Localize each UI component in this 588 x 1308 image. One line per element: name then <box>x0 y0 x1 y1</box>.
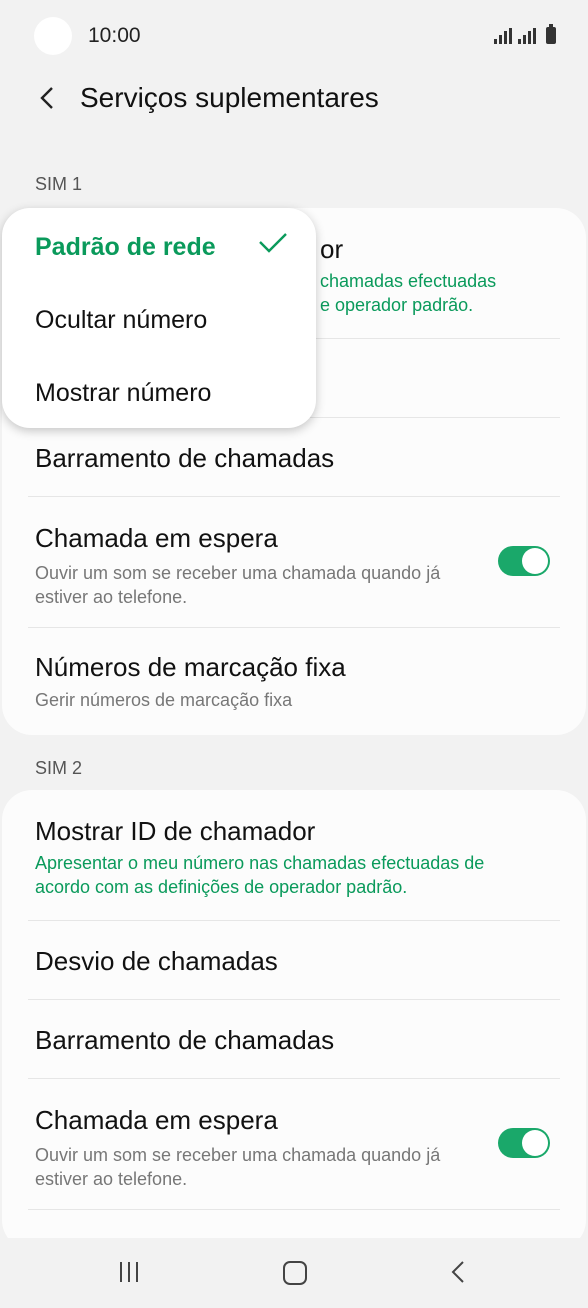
sim1-caller-id-title: or <box>320 234 344 264</box>
home-icon[interactable] <box>283 1261 307 1285</box>
sim1-call-waiting-title: Chamada em espera <box>35 523 278 553</box>
sim1-call-waiting-toggle[interactable] <box>498 546 550 576</box>
sim2-call-waiting-toggle[interactable] <box>498 1128 550 1158</box>
divider <box>28 1209 560 1210</box>
back-chevron-icon[interactable] <box>36 84 60 112</box>
sim2-caller-id-subtitle: Apresentar o meu número nas chamadas efe… <box>35 853 485 897</box>
sim2-call-barring-title: Barramento de chamadas <box>35 1025 335 1055</box>
sim2-caller-id-title: Mostrar ID de chamador <box>35 816 316 846</box>
page-title: Serviços suplementares <box>80 82 379 113</box>
sim2-call-waiting-title: Chamada em espera <box>35 1105 278 1135</box>
sim1-call-barring-title: Barramento de chamadas <box>35 443 335 473</box>
sim1-caller-id-subtitle-2: e operador padrão. <box>320 295 474 315</box>
dropdown-option-hide-number[interactable]: Ocultar número <box>35 306 207 335</box>
sim1-call-waiting-subtitle: Ouvir um som se receber uma chamada quan… <box>35 563 441 607</box>
sim1-label: SIM 1 <box>35 174 83 194</box>
nav-back-icon[interactable] <box>450 1260 466 1284</box>
sim2-call-barring-row[interactable]: Barramento de chamadas <box>2 1000 586 1078</box>
sim2-call-waiting-row[interactable]: Chamada em espera Ouvir um som se recebe… <box>2 1079 586 1209</box>
status-icons <box>494 24 556 44</box>
sim1-caller-id-subtitle-1: chamadas efectuadas <box>320 271 497 291</box>
status-bar: 10:00 <box>0 0 588 76</box>
sim1-fdn-title: Números de marcação fixa <box>35 652 346 682</box>
sim2-call-waiting-subtitle: Ouvir um som se receber uma chamada quan… <box>35 1145 441 1189</box>
sim2-forwarding-title: Desvio de chamadas <box>35 946 278 976</box>
recents-icon[interactable] <box>120 1262 138 1282</box>
sim1-call-barring-row[interactable]: Barramento de chamadas <box>2 418 586 496</box>
sim2-forwarding-row[interactable]: Desvio de chamadas <box>2 921 586 999</box>
sim1-call-waiting-row[interactable]: Chamada em espera Ouvir um som se recebe… <box>2 497 586 627</box>
sim1-fdn-subtitle: Gerir números de marcação fixa <box>35 690 293 710</box>
dropdown-option-network-default[interactable]: Padrão de rede <box>35 233 216 262</box>
app-bar: Serviços suplementares <box>0 70 588 126</box>
signal-icon <box>518 28 536 44</box>
signal-icon <box>494 28 512 44</box>
sim2-caller-id-row[interactable]: Mostrar ID de chamador Apresentar o meu … <box>2 790 586 920</box>
battery-icon <box>546 24 556 44</box>
sim2-card: Mostrar ID de chamador Apresentar o meu … <box>2 790 586 1250</box>
dropdown-option-show-number[interactable]: Mostrar número <box>35 379 211 408</box>
sim1-fdn-row[interactable]: Números de marcação fixa Gerir números d… <box>2 628 586 735</box>
status-time: 10:00 <box>88 24 141 47</box>
sim2-label: SIM 2 <box>35 758 83 778</box>
camera-cutout <box>34 17 72 55</box>
navigation-bar <box>0 1238 588 1308</box>
check-icon <box>259 233 287 253</box>
